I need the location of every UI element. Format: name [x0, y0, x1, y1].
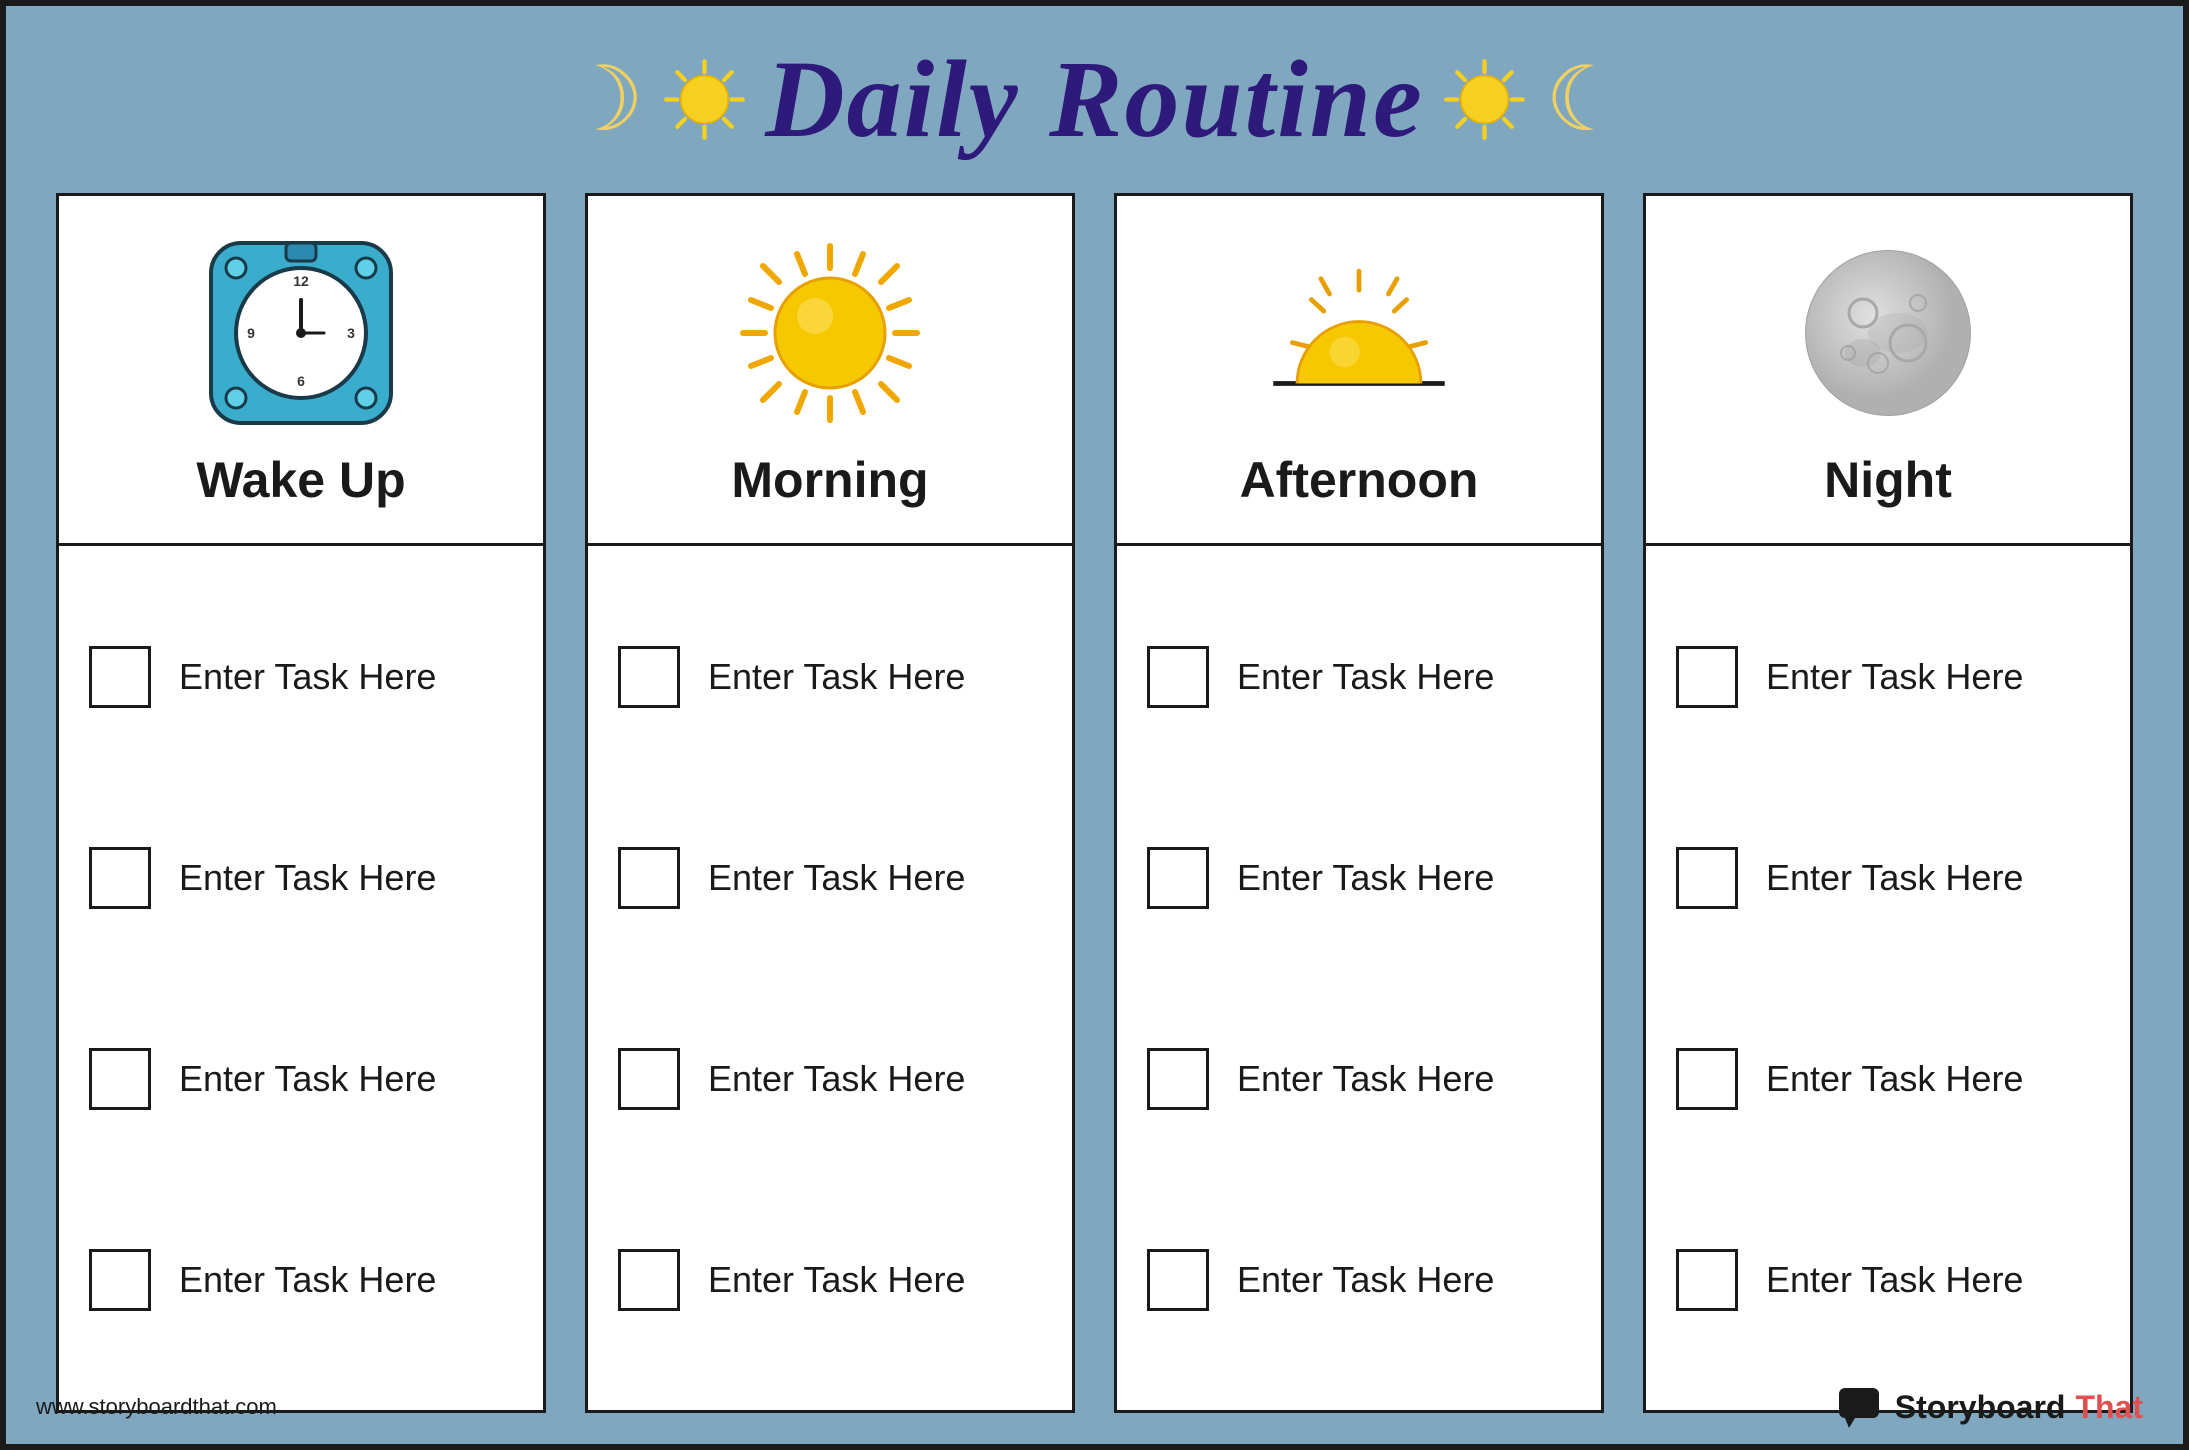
- task-checkbox[interactable]: [89, 847, 151, 909]
- card-night-title: Night: [1824, 451, 1952, 509]
- page-title: Daily Routine: [765, 36, 1424, 163]
- task-label: Enter Task Here: [1766, 1058, 2023, 1100]
- task-checkbox[interactable]: [89, 1249, 151, 1311]
- task-label: Enter Task Here: [179, 1058, 436, 1100]
- task-label: Enter Task Here: [179, 1259, 436, 1301]
- task-label: Enter Task Here: [1766, 656, 2023, 698]
- card-wake-up: 12 6 9 3 Wake Up Enter Task Here: [56, 193, 546, 1413]
- task-row: Enter Task Here: [618, 1048, 1042, 1110]
- card-afternoon-header: Afternoon: [1117, 196, 1601, 546]
- moon-right-icon: ☽: [1545, 55, 1626, 145]
- card-afternoon: Afternoon Enter Task Here Enter Task Her…: [1114, 193, 1604, 1413]
- task-label: Enter Task Here: [1237, 656, 1494, 698]
- task-label: Enter Task Here: [179, 656, 436, 698]
- task-label: Enter Task Here: [1237, 1259, 1494, 1301]
- task-row: Enter Task Here: [89, 1048, 513, 1110]
- task-row: Enter Task Here: [618, 1249, 1042, 1311]
- task-checkbox[interactable]: [618, 1048, 680, 1110]
- card-morning: Morning Enter Task Here Enter Task Here …: [585, 193, 1075, 1413]
- task-row: Enter Task Here: [89, 1249, 513, 1311]
- task-checkbox[interactable]: [1147, 847, 1209, 909]
- clock-icon: 12 6 9 3: [201, 233, 401, 433]
- task-label: Enter Task Here: [708, 1058, 965, 1100]
- brand-name: Storyboard: [1895, 1389, 2066, 1426]
- sun-right-icon: [1442, 57, 1527, 142]
- task-label: Enter Task Here: [708, 656, 965, 698]
- brand-highlight: That: [2075, 1389, 2143, 1426]
- sun-full-icon: [730, 233, 930, 433]
- task-checkbox[interactable]: [1147, 1249, 1209, 1311]
- task-checkbox[interactable]: [618, 847, 680, 909]
- task-label: Enter Task Here: [708, 1259, 965, 1301]
- footer: www.storyboardthat.com StoryboardThat: [36, 1386, 2143, 1428]
- card-wake-up-title: Wake Up: [196, 451, 405, 509]
- task-checkbox[interactable]: [618, 1249, 680, 1311]
- sun-left-icon: [662, 57, 747, 142]
- moon-full-icon: [1788, 233, 1988, 433]
- footer-url: www.storyboardthat.com: [36, 1394, 277, 1420]
- task-checkbox[interactable]: [1147, 646, 1209, 708]
- moon-left-icon: ☽: [564, 55, 645, 145]
- task-checkbox[interactable]: [618, 646, 680, 708]
- task-label: Enter Task Here: [708, 857, 965, 899]
- task-row: Enter Task Here: [1147, 847, 1571, 909]
- task-label: Enter Task Here: [1237, 857, 1494, 899]
- card-wake-up-header: 12 6 9 3 Wake Up: [59, 196, 543, 546]
- task-checkbox[interactable]: [89, 1048, 151, 1110]
- svg-text:6: 6: [297, 373, 305, 389]
- afternoon-sun-icon: [1259, 233, 1459, 433]
- card-morning-body: Enter Task Here Enter Task Here Enter Ta…: [588, 546, 1072, 1410]
- card-afternoon-title: Afternoon: [1240, 451, 1479, 509]
- task-label: Enter Task Here: [179, 857, 436, 899]
- card-afternoon-body: Enter Task Here Enter Task Here Enter Ta…: [1117, 546, 1601, 1410]
- task-checkbox[interactable]: [1147, 1048, 1209, 1110]
- svg-text:9: 9: [247, 325, 255, 341]
- card-wake-up-body: Enter Task Here Enter Task Here Enter Ta…: [59, 546, 543, 1410]
- task-checkbox[interactable]: [1676, 646, 1738, 708]
- task-label: Enter Task Here: [1766, 1259, 2023, 1301]
- card-night-header: Night: [1646, 196, 2130, 546]
- task-row: Enter Task Here: [1147, 646, 1571, 708]
- task-row: Enter Task Here: [1676, 1249, 2100, 1311]
- task-row: Enter Task Here: [1676, 1048, 2100, 1110]
- card-night-body: Enter Task Here Enter Task Here Enter Ta…: [1646, 546, 2130, 1410]
- task-checkbox[interactable]: [1676, 1249, 1738, 1311]
- task-row: Enter Task Here: [618, 646, 1042, 708]
- card-morning-header: Morning: [588, 196, 1072, 546]
- footer-brand: StoryboardThat: [1837, 1386, 2143, 1428]
- task-row: Enter Task Here: [1676, 646, 2100, 708]
- card-night: Night Enter Task Here Enter Task Here En…: [1643, 193, 2133, 1413]
- card-morning-title: Morning: [731, 451, 928, 509]
- task-row: Enter Task Here: [1147, 1048, 1571, 1110]
- svg-text:3: 3: [347, 325, 355, 341]
- task-label: Enter Task Here: [1766, 857, 2023, 899]
- cards-container: 12 6 9 3 Wake Up Enter Task Here: [6, 183, 2183, 1423]
- brand-icon: [1837, 1386, 1885, 1428]
- task-row: Enter Task Here: [89, 646, 513, 708]
- task-row: Enter Task Here: [1676, 847, 2100, 909]
- task-row: Enter Task Here: [1147, 1249, 1571, 1311]
- page-header: ☽ Daily Routine ☽: [6, 6, 2183, 183]
- task-row: Enter Task Here: [618, 847, 1042, 909]
- svg-text:12: 12: [293, 273, 309, 289]
- task-checkbox[interactable]: [1676, 847, 1738, 909]
- task-checkbox[interactable]: [89, 646, 151, 708]
- task-row: Enter Task Here: [89, 847, 513, 909]
- task-checkbox[interactable]: [1676, 1048, 1738, 1110]
- task-label: Enter Task Here: [1237, 1058, 1494, 1100]
